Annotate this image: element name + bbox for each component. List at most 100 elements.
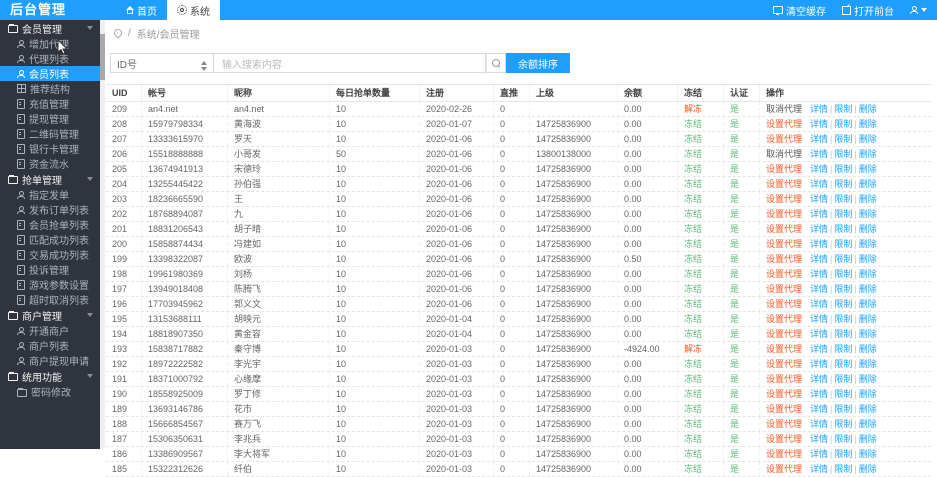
tab-home[interactable]: 首页 <box>116 0 167 20</box>
agent-action-link[interactable]: 设置代理 <box>766 132 810 146</box>
agent-action-link[interactable]: 设置代理 <box>766 372 810 386</box>
sidebar-item[interactable]: 发布订单列表 <box>0 202 100 217</box>
freeze-action-link[interactable]: 冻结 <box>684 269 702 279</box>
sidebar-group-header[interactable]: 会员管理 <box>0 20 100 36</box>
details-link[interactable]: 详情 <box>810 464 828 474</box>
sidebar-item[interactable]: 交易成功列表 <box>0 247 100 262</box>
freeze-action-link[interactable]: 解冻 <box>684 104 702 114</box>
agent-action-link[interactable]: 设置代理 <box>766 267 810 281</box>
agent-action-link[interactable]: 设置代理 <box>766 237 810 251</box>
limit-link[interactable]: 限制 <box>834 464 852 474</box>
agent-action-link[interactable]: 设置代理 <box>766 162 810 176</box>
details-link[interactable]: 详情 <box>810 104 828 114</box>
sidebar-item[interactable]: 游戏参数设置 <box>0 277 100 292</box>
sidebar-item[interactable]: 会员抢单列表 <box>0 217 100 232</box>
details-link[interactable]: 详情 <box>810 284 828 294</box>
delete-link[interactable]: 删除 <box>859 119 877 129</box>
limit-link[interactable]: 限制 <box>834 269 852 279</box>
search-button[interactable] <box>486 53 506 73</box>
limit-link[interactable]: 限制 <box>834 359 852 369</box>
sidebar-item[interactable]: 密码修改 <box>0 384 100 399</box>
details-link[interactable]: 详情 <box>810 299 828 309</box>
limit-link[interactable]: 限制 <box>834 419 852 429</box>
delete-link[interactable]: 删除 <box>859 404 877 414</box>
freeze-action-link[interactable]: 冻结 <box>684 299 702 309</box>
details-link[interactable]: 详情 <box>810 134 828 144</box>
freeze-action-link[interactable]: 解冻 <box>684 344 702 354</box>
delete-link[interactable]: 删除 <box>859 194 877 204</box>
sidebar-item[interactable]: 会员列表 <box>0 66 100 81</box>
agent-action-link[interactable]: 设置代理 <box>766 327 810 341</box>
agent-action-link[interactable]: 取消代理 <box>766 102 810 116</box>
agent-action-link[interactable]: 设置代理 <box>766 282 810 296</box>
sidebar-scrollbar-thumb[interactable] <box>100 34 105 80</box>
freeze-action-link[interactable]: 冻结 <box>684 194 702 204</box>
freeze-action-link[interactable]: 冻结 <box>684 179 702 189</box>
agent-action-link[interactable]: 设置代理 <box>766 252 810 266</box>
limit-link[interactable]: 限制 <box>834 284 852 294</box>
delete-link[interactable]: 删除 <box>859 179 877 189</box>
freeze-action-link[interactable]: 冻结 <box>684 284 702 294</box>
delete-link[interactable]: 删除 <box>859 224 877 234</box>
delete-link[interactable]: 删除 <box>859 314 877 324</box>
agent-action-link[interactable]: 设置代理 <box>766 432 810 446</box>
limit-link[interactable]: 限制 <box>834 344 852 354</box>
delete-link[interactable]: 删除 <box>859 419 877 429</box>
sidebar-item[interactable]: 指定发单 <box>0 187 100 202</box>
delete-link[interactable]: 删除 <box>859 464 877 474</box>
details-link[interactable]: 详情 <box>810 209 828 219</box>
limit-link[interactable]: 限制 <box>834 374 852 384</box>
sidebar-item[interactable]: 商户列表 <box>0 338 100 353</box>
details-link[interactable]: 详情 <box>810 449 828 459</box>
sidebar-scrollbar-track[interactable] <box>100 20 105 449</box>
sidebar-item[interactable]: 商户提现申请 <box>0 353 100 368</box>
limit-link[interactable]: 限制 <box>834 239 852 249</box>
limit-link[interactable]: 限制 <box>834 104 852 114</box>
details-link[interactable]: 详情 <box>810 239 828 249</box>
sidebar-item[interactable]: 代理列表 <box>0 51 100 66</box>
limit-link[interactable]: 限制 <box>834 224 852 234</box>
freeze-action-link[interactable]: 冻结 <box>684 329 702 339</box>
details-link[interactable]: 详情 <box>810 314 828 324</box>
limit-link[interactable]: 限制 <box>834 299 852 309</box>
freeze-action-link[interactable]: 冻结 <box>684 224 702 234</box>
delete-link[interactable]: 删除 <box>859 359 877 369</box>
freeze-action-link[interactable]: 冻结 <box>684 434 702 444</box>
limit-link[interactable]: 限制 <box>834 389 852 399</box>
sidebar-item[interactable]: 充值管理 <box>0 96 100 111</box>
details-link[interactable]: 详情 <box>810 344 828 354</box>
filter-select[interactable]: ID号 <box>110 53 214 73</box>
agent-action-link[interactable]: 设置代理 <box>766 417 810 431</box>
delete-link[interactable]: 删除 <box>859 149 877 159</box>
agent-action-link[interactable]: 设置代理 <box>766 207 810 221</box>
clear-cache-button[interactable]: 清空缓存 <box>773 3 826 18</box>
delete-link[interactable]: 删除 <box>859 134 877 144</box>
sidebar-group-header[interactable]: 统用功能 <box>0 368 100 384</box>
agent-action-link[interactable]: 设置代理 <box>766 222 810 236</box>
details-link[interactable]: 详情 <box>810 254 828 264</box>
sidebar-item[interactable]: 超时取消列表 <box>0 292 100 307</box>
sidebar-group-header[interactable]: 商户管理 <box>0 307 100 323</box>
agent-action-link[interactable]: 设置代理 <box>766 312 810 326</box>
details-link[interactable]: 详情 <box>810 179 828 189</box>
sidebar-item[interactable]: 二维码管理 <box>0 126 100 141</box>
details-link[interactable]: 详情 <box>810 389 828 399</box>
freeze-action-link[interactable]: 冻结 <box>684 149 702 159</box>
freeze-action-link[interactable]: 冻结 <box>684 359 702 369</box>
details-link[interactable]: 详情 <box>810 119 828 129</box>
delete-link[interactable]: 删除 <box>859 269 877 279</box>
agent-action-link[interactable]: 取消代理 <box>766 147 810 161</box>
agent-action-link[interactable]: 设置代理 <box>766 462 810 476</box>
agent-action-link[interactable]: 设置代理 <box>766 192 810 206</box>
sidebar-item[interactable]: 推荐结构 <box>0 81 100 96</box>
freeze-action-link[interactable]: 冻结 <box>684 374 702 384</box>
limit-link[interactable]: 限制 <box>834 194 852 204</box>
limit-link[interactable]: 限制 <box>834 119 852 129</box>
freeze-action-link[interactable]: 冻结 <box>684 209 702 219</box>
agent-action-link[interactable]: 设置代理 <box>766 342 810 356</box>
freeze-action-link[interactable]: 冻结 <box>684 254 702 264</box>
sidebar-group-header[interactable]: 抢单管理 <box>0 171 100 187</box>
delete-link[interactable]: 删除 <box>859 164 877 174</box>
details-link[interactable]: 详情 <box>810 329 828 339</box>
open-front-button[interactable]: 打开前台 <box>842 3 894 18</box>
